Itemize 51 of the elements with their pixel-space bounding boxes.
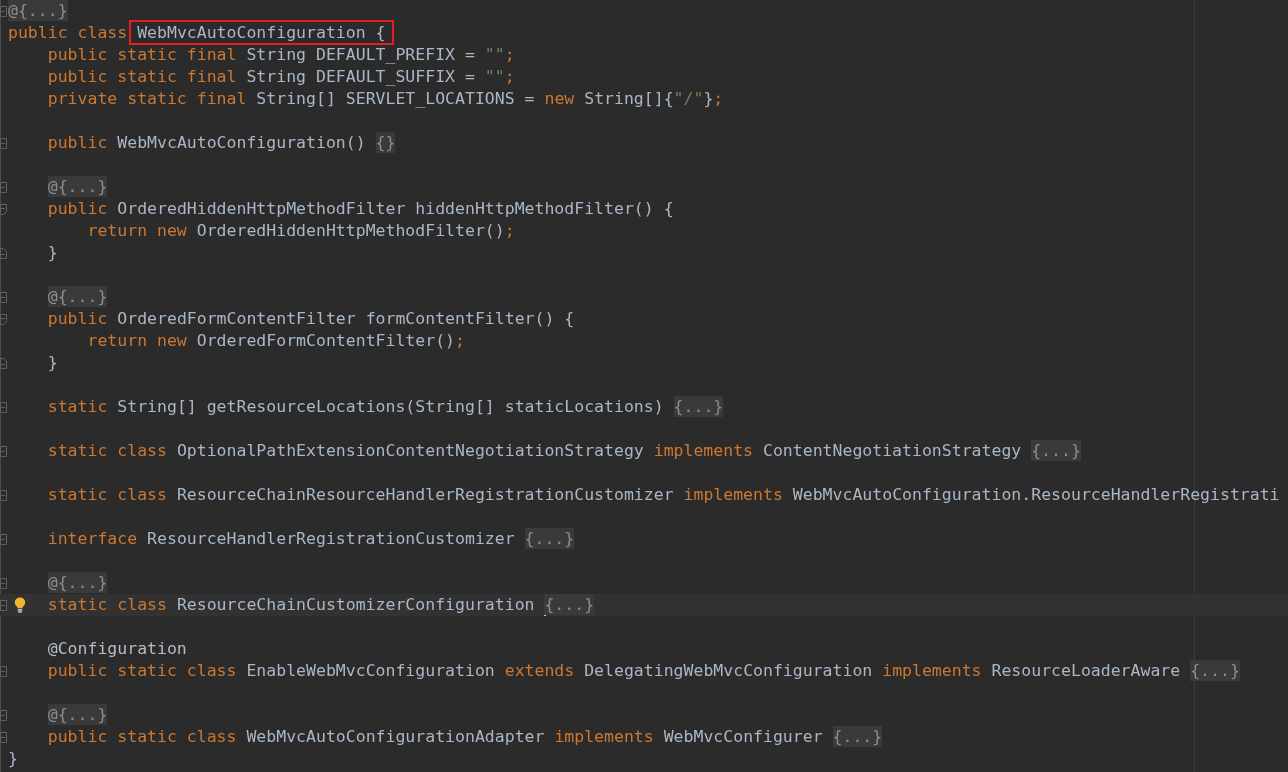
fold-marker-icon[interactable]	[0, 182, 7, 193]
fold-marker-icon[interactable]	[0, 534, 7, 545]
fold-marker-icon[interactable]	[0, 490, 7, 501]
fold-marker-icon[interactable]	[0, 710, 7, 721]
code-text: public OrderedHiddenHttpMethodFilter hiddenHttpMethodFilter() {	[47, 199, 674, 218]
code-text: public static final String DEFAULT_SUFFIX = "";	[47, 67, 515, 86]
code-text: private static final String[] SERVLET_LOCATIONS = new String[]{"/"};	[47, 89, 724, 108]
code-text: public static final String DEFAULT_PREFIX = "";	[47, 45, 515, 64]
code-text: public static class WebMvcAutoConfigurationAdapter implements WebMvcConfigurer	[47, 727, 823, 746]
code-text: return new OrderedHiddenHttpMethodFilter();	[87, 221, 515, 240]
fold-marker-icon[interactable]	[0, 666, 7, 677]
code-text: static class ResourceChainResourceHandlerRegistrationCustomizer implements WebMvcAutoConfiguration.ResourceHandlerRegistrati	[47, 485, 1280, 504]
code-text: public class	[8, 23, 128, 42]
fold-marker-icon[interactable]	[0, 6, 7, 17]
code-text: }	[8, 749, 18, 768]
code-text: return new OrderedFormContentFilter();	[87, 331, 465, 350]
fold-marker-icon[interactable]	[0, 578, 7, 589]
highlighted-code: WebMvcAutoConfiguration {	[129, 20, 394, 45]
code-text: public static class EnableWebMvcConfiguration extends DelegatingWebMvcConfiguration implements ResourceLoaderAware	[47, 661, 1181, 680]
folded-code[interactable]: @{...}	[47, 572, 108, 593]
fold-marker-icon[interactable]	[0, 138, 7, 149]
folded-code[interactable]: {...}	[544, 594, 595, 615]
folded-code[interactable]: {...}	[1190, 660, 1240, 681]
folded-code[interactable]: @{...}	[47, 176, 108, 197]
fold-marker-icon[interactable]	[0, 314, 7, 325]
code-text: }	[47, 353, 58, 372]
folded-code[interactable]: {...}	[832, 726, 883, 747]
code-text: static String[] getResourceLocations(String[] staticLocations)	[47, 397, 664, 416]
fold-marker-icon[interactable]	[0, 358, 7, 369]
lightbulb-icon[interactable]	[14, 597, 26, 613]
fold-marker-icon[interactable]	[0, 600, 7, 611]
folded-code[interactable]: {...}	[1031, 440, 1081, 461]
code-text: }	[47, 243, 58, 262]
folded-code[interactable]: @{...}	[8, 0, 68, 21]
fold-marker-icon[interactable]	[0, 732, 7, 743]
fold-marker-icon[interactable]	[0, 248, 7, 259]
folded-code[interactable]: {...}	[673, 396, 724, 417]
folded-code[interactable]: {...}	[524, 528, 575, 549]
code-text: static class ResourceChainCustomizerConfiguration	[47, 595, 535, 614]
code-text: interface ResourceHandlerRegistrationCustomizer	[47, 529, 515, 548]
fold-marker-icon[interactable]	[0, 204, 7, 215]
code-text: static class OptionalPathExtensionContentNegotiationStrategy implements ContentNegotiationStrategy	[47, 441, 1022, 460]
code-text: @Configuration	[47, 639, 187, 658]
folded-code[interactable]: {}	[375, 132, 396, 153]
code-text: public WebMvcAutoConfiguration()	[47, 133, 366, 152]
fold-marker-icon[interactable]	[0, 402, 7, 413]
folded-code[interactable]: @{...}	[47, 286, 108, 307]
fold-marker-icon[interactable]	[0, 292, 7, 303]
code-text: public OrderedFormContentFilter formContentFilter() {	[47, 309, 575, 328]
folded-code[interactable]: @{...}	[47, 704, 108, 725]
fold-marker-icon[interactable]	[0, 446, 7, 457]
